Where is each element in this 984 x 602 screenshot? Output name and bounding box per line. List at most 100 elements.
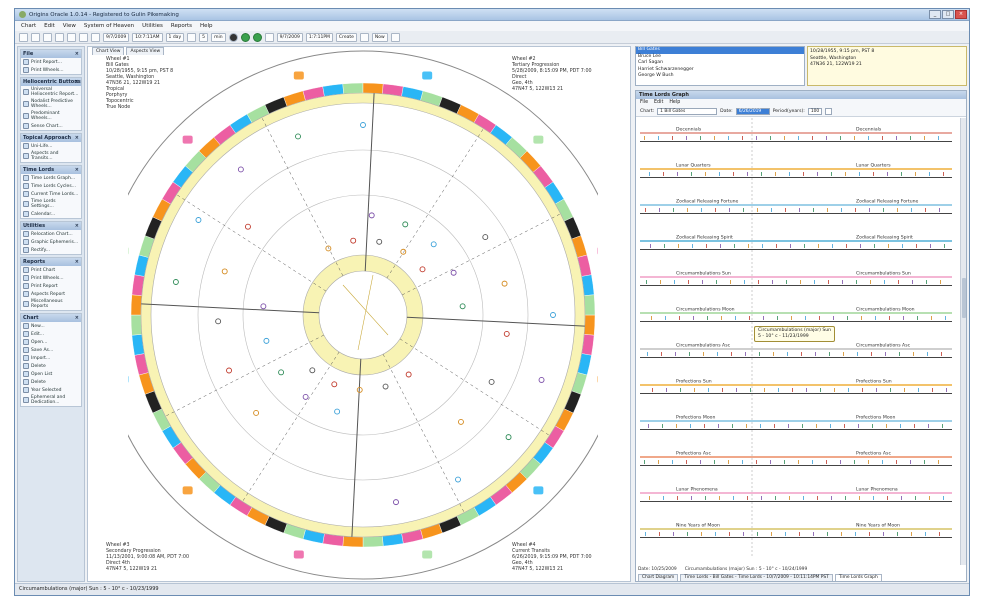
panel-item[interactable]: Print Wheels... xyxy=(21,274,81,282)
time-lord-row[interactable]: Nine Years of Moon Nine Years of Moon xyxy=(640,523,952,539)
tab-time-lords-graph[interactable]: Time Lords Graph xyxy=(834,574,882,581)
play-icon[interactable] xyxy=(240,32,250,42)
panel-section-header[interactable]: Topical Approach xyxy=(21,134,81,142)
minimize-button[interactable]: _ xyxy=(929,10,941,19)
panel-item[interactable]: Open... xyxy=(21,338,81,346)
grid-icon[interactable] xyxy=(264,32,274,42)
settings-icon[interactable] xyxy=(390,32,400,42)
time-lord-row[interactable]: Profections Moon Profections Moon xyxy=(640,415,952,431)
panel-item[interactable]: Universal Heliocentric Report... xyxy=(21,86,81,98)
time-lord-row[interactable]: Circumambulations Moon Circumambulations … xyxy=(640,307,952,323)
panel-item[interactable]: Time Lords Graph... xyxy=(21,174,81,182)
panel-item[interactable]: Save As... xyxy=(21,346,81,354)
panel-item[interactable]: Delete xyxy=(21,378,81,386)
time-field-2[interactable]: 1:7:11PM xyxy=(305,32,333,42)
step-select[interactable]: 1 day xyxy=(165,32,185,42)
panel-item-icon xyxy=(23,247,29,253)
menu-help[interactable]: Help xyxy=(200,23,213,29)
time-lord-row[interactable]: Lunar Quarters Lunar Quarters xyxy=(640,163,952,179)
mode-select[interactable]: Create xyxy=(335,32,357,42)
refresh-icon[interactable] xyxy=(824,108,832,115)
period-tick xyxy=(789,172,790,176)
maximize-button[interactable]: □ xyxy=(942,10,954,19)
open-icon[interactable] xyxy=(31,32,40,42)
panel-item[interactable]: Print Report... xyxy=(21,58,81,66)
menu-chart[interactable]: Chart xyxy=(21,23,36,29)
vertical-scrollbar[interactable] xyxy=(960,118,966,565)
wheel-icon[interactable] xyxy=(79,32,88,42)
menu-view[interactable]: View xyxy=(63,23,76,29)
panel-item[interactable]: Rectify... xyxy=(21,246,81,254)
panel-item[interactable]: Import... xyxy=(21,354,81,362)
panel-item[interactable]: Predominant Wheels... xyxy=(21,110,81,122)
panel-item[interactable]: Graphic Ephemeris... xyxy=(21,238,81,246)
panel-item[interactable]: Nodalist Predictive Wheels... xyxy=(21,98,81,110)
step-back-icon[interactable] xyxy=(187,32,197,42)
time-lord-row[interactable]: Lunar Phenomena Lunar Phenomena xyxy=(640,487,952,503)
new-chart-icon[interactable] xyxy=(19,32,28,42)
panel-item[interactable]: Relocation Chart... xyxy=(21,230,81,238)
panel-section-header[interactable]: Heliocentric Buttons xyxy=(21,78,81,86)
panel-item[interactable]: Current Time Lords... xyxy=(21,190,81,198)
panel-item[interactable]: Miscellaneous Reports xyxy=(21,298,81,310)
time-lord-row[interactable]: Circumambulations Sun Circumambulations S… xyxy=(640,271,952,287)
tl-menu-help[interactable]: Help xyxy=(669,99,680,107)
tab-chart-diagram[interactable]: Chart Diagram xyxy=(638,574,679,581)
time-lord-row[interactable]: Decennials Decennials xyxy=(640,127,952,143)
panel-item[interactable]: Ephemeral and Dedication... xyxy=(21,394,81,406)
print-icon[interactable] xyxy=(55,32,64,42)
time-field-1[interactable]: 10:7:11AM xyxy=(132,32,163,42)
menu-edit[interactable]: Edit xyxy=(44,23,55,29)
panel-item[interactable]: Aspects and Transits... xyxy=(21,150,81,162)
time-lord-row[interactable]: Circumambulations Asc Circumambulations A… xyxy=(640,343,952,359)
panel-item[interactable]: Print Report xyxy=(21,282,81,290)
time-lord-row[interactable]: Zodiacal Releasing Fortune Zodiacal Relea… xyxy=(640,199,952,215)
panel-item[interactable]: Print Wheels... xyxy=(21,66,81,74)
stop-icon[interactable] xyxy=(228,32,238,42)
time-lord-row[interactable]: Zodiacal Releasing Spirit Zodiacal Releas… xyxy=(640,235,952,251)
panel-item[interactable]: Print Chart xyxy=(21,266,81,274)
tl-menu-edit[interactable]: Edit xyxy=(654,99,663,107)
forward-icon[interactable] xyxy=(252,32,262,42)
time-lord-baseline xyxy=(640,321,952,322)
panel-item[interactable]: Edit... xyxy=(21,330,81,338)
panel-item[interactable]: Open List xyxy=(21,370,81,378)
periods-input[interactable]: 100 xyxy=(807,108,822,115)
now-checkbox[interactable] xyxy=(359,32,369,42)
chart-select[interactable]: 1 Bill Gates xyxy=(657,108,718,115)
tl-menu-file[interactable]: File xyxy=(640,99,648,107)
date-field-2[interactable]: 9/7/2009 xyxy=(276,32,303,42)
panel-section-header[interactable]: Utilities xyxy=(21,222,81,230)
menu-system-of-heaven[interactable]: System of Heaven xyxy=(84,23,134,29)
astro-wheel[interactable] xyxy=(128,47,598,582)
period-tick xyxy=(802,424,803,428)
panel-item[interactable]: Calendar... xyxy=(21,210,81,218)
save-icon[interactable] xyxy=(43,32,52,42)
time-lord-row[interactable]: Profections Asc Profections Asc xyxy=(640,451,952,467)
panel-item[interactable]: Time Lords Cycles... xyxy=(21,182,81,190)
panel-section-header[interactable]: Time Lords xyxy=(21,166,81,174)
menu-utilities[interactable]: Utilities xyxy=(142,23,163,29)
panel-item[interactable]: New... xyxy=(21,322,81,330)
people-list[interactable]: Bill Gates Bruce Lee Carl Sagan Harriet Sch… xyxy=(635,46,805,86)
date-input[interactable]: 6/26/2019 xyxy=(735,108,770,115)
panel-item[interactable]: Delete xyxy=(21,362,81,370)
panel-item[interactable]: Sense Chart... xyxy=(21,122,81,130)
time-lord-row[interactable]: Profections Sun Profections Sun xyxy=(640,379,952,395)
info-icon[interactable] xyxy=(91,32,100,42)
panel-section-header[interactable]: Reports xyxy=(21,258,81,266)
tab-time-lords-report[interactable]: Time Lords - Bill Gates - Time Lords - 1… xyxy=(680,574,833,581)
panel-item[interactable]: Aspects Report xyxy=(21,290,81,298)
copy-icon[interactable] xyxy=(67,32,76,42)
panel-item[interactable]: Year Selected xyxy=(21,386,81,394)
date-field-1[interactable]: 9/7/2009 xyxy=(103,32,130,42)
panel-item[interactable]: Uni-Life... xyxy=(21,142,81,150)
panel-item[interactable]: Time Lords Settings... xyxy=(21,198,81,210)
count-field[interactable]: 5 xyxy=(199,32,209,42)
panel-section-header[interactable]: File xyxy=(21,50,81,58)
close-button[interactable]: × xyxy=(955,10,967,19)
menu-reports[interactable]: Reports xyxy=(171,23,192,29)
person-list-item[interactable]: George W Bush xyxy=(636,73,804,80)
tab-chart-view[interactable]: Chart View xyxy=(92,47,125,55)
panel-section-header[interactable]: Chart xyxy=(21,314,81,322)
